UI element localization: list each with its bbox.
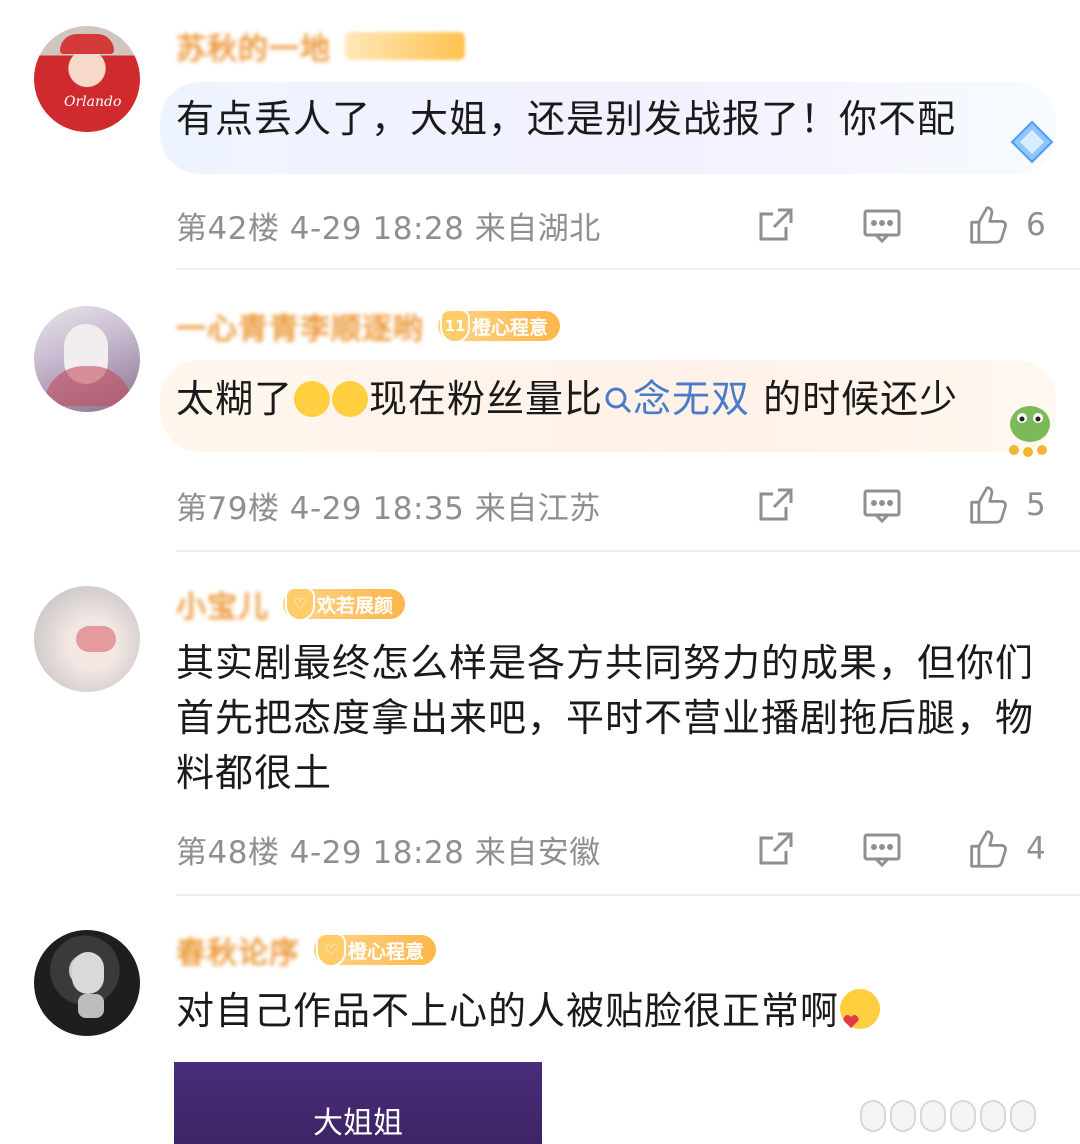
comment-meta: 第48楼 4-29 18:28 来自安徽 4 bbox=[176, 824, 1056, 874]
badge-level-icon: ♡ bbox=[316, 933, 346, 967]
divider bbox=[176, 894, 1080, 896]
name-row: 苏秋的一地 bbox=[176, 24, 465, 68]
location: 来自江苏 bbox=[474, 490, 601, 527]
comment-meta: 第42楼 4-29 18:28 来自湖北 6 bbox=[176, 200, 1056, 250]
text-part: 现在粉丝量比 bbox=[369, 377, 604, 421]
comment-3: 小宝儿 ♡ 欢若展颜 其实剧最终怎么样是各方共同努力的成果，但你们首先把态度拿出来… bbox=[0, 560, 1080, 896]
comment-text: 其实剧最终怎么样是各方共同努力的成果，但你们首先把态度拿出来吧，平时不营业播剧拖… bbox=[176, 641, 1035, 795]
nickname[interactable]: 一心青青李顺逐哟 bbox=[176, 304, 424, 348]
badge-label: 橙心程意 bbox=[348, 940, 425, 963]
comment-icon[interactable] bbox=[862, 829, 902, 869]
divider bbox=[176, 268, 1080, 270]
comment-2: 一心青青李顺逐哟 11 橙心程意 太糊了 现在粉丝量比 念无双 的时候还少 第79楼 … bbox=[0, 280, 1080, 552]
comment-1: Orlando 苏秋的一地 有点丢人了，大姐，还是别发战报了！你不配 第42楼 … bbox=[0, 0, 1080, 270]
location: 来自湖北 bbox=[474, 210, 601, 247]
actions: 5 bbox=[756, 485, 1046, 525]
name-row: 一心青青李顺逐哟 11 橙心程意 bbox=[176, 304, 561, 348]
video-title: 大姐姐 bbox=[313, 1106, 403, 1141]
text-part: 太糊了 bbox=[176, 377, 294, 421]
video-card[interactable]: 大姐姐 bbox=[174, 1062, 542, 1144]
fan-badge[interactable]: ♡ 欢若展颜 bbox=[283, 587, 406, 621]
like-icon[interactable] bbox=[968, 205, 1008, 245]
avatar[interactable]: Orlando bbox=[34, 26, 140, 132]
like-icon[interactable] bbox=[968, 829, 1008, 869]
like-count: 6 bbox=[1026, 207, 1046, 243]
fan-badge[interactable]: ♡ 橙心程意 bbox=[314, 933, 437, 967]
love-emoji-icon bbox=[840, 989, 881, 1029]
fan-badge[interactable]: 11 橙心程意 bbox=[438, 309, 561, 343]
avatar[interactable] bbox=[34, 930, 140, 1036]
badge-level: 11 bbox=[440, 309, 470, 343]
topic-link[interactable]: 念无双 bbox=[603, 377, 750, 421]
like-count: 4 bbox=[1026, 831, 1046, 867]
share-icon[interactable] bbox=[756, 829, 796, 869]
location: 来自安徽 bbox=[474, 834, 601, 871]
share-icon[interactable] bbox=[756, 205, 796, 245]
nickname[interactable]: 小宝儿 bbox=[176, 582, 269, 626]
badge-label: 欢若展颜 bbox=[317, 594, 394, 617]
topic-name: 念无双 bbox=[633, 377, 751, 421]
search-icon bbox=[605, 387, 632, 414]
nickname[interactable]: 春秋论序 bbox=[176, 928, 300, 972]
crying-emoji-icon bbox=[294, 381, 331, 417]
crying-emoji-icon bbox=[332, 381, 369, 417]
actions: 4 bbox=[756, 829, 1046, 869]
avatar[interactable] bbox=[34, 586, 140, 692]
comment-icon[interactable] bbox=[862, 205, 902, 245]
comment-text: 对自己作品不上心的人被贴脸很正常啊 bbox=[176, 984, 1036, 1039]
comment-icon[interactable] bbox=[862, 485, 902, 525]
floor-time: 第42楼 4-29 18:28 bbox=[176, 210, 465, 247]
floor-time: 第48楼 4-29 18:28 bbox=[176, 834, 465, 871]
floor-time: 第79楼 4-29 18:35 bbox=[176, 490, 465, 527]
comment-text: 有点丢人了，大姐，还是别发战报了！你不配 bbox=[176, 97, 957, 141]
badge-label: 橙心程意 bbox=[472, 316, 549, 339]
fan-badge bbox=[345, 32, 465, 60]
divider bbox=[176, 550, 1080, 552]
badge-level-icon: ♡ bbox=[285, 587, 315, 621]
nickname[interactable]: 苏秋的一地 bbox=[176, 24, 331, 68]
name-row: 春秋论序 ♡ 橙心程意 bbox=[176, 928, 437, 972]
like-icon[interactable] bbox=[968, 485, 1008, 525]
watermark-icon bbox=[860, 1098, 1060, 1134]
text-part: 对自己作品不上心的人被贴脸很正常啊 bbox=[176, 989, 840, 1033]
like-count: 5 bbox=[1026, 487, 1046, 523]
text-part: 的时候还少 bbox=[750, 377, 959, 421]
avatar[interactable] bbox=[34, 306, 140, 412]
actions: 6 bbox=[756, 205, 1046, 245]
share-icon[interactable] bbox=[756, 485, 796, 525]
comment-meta: 第79楼 4-29 18:35 来自江苏 5 bbox=[176, 480, 1056, 530]
comment-text: 太糊了 现在粉丝量比 念无双 的时候还少 bbox=[176, 372, 1036, 427]
name-row: 小宝儿 ♡ 欢若展颜 bbox=[176, 582, 406, 626]
